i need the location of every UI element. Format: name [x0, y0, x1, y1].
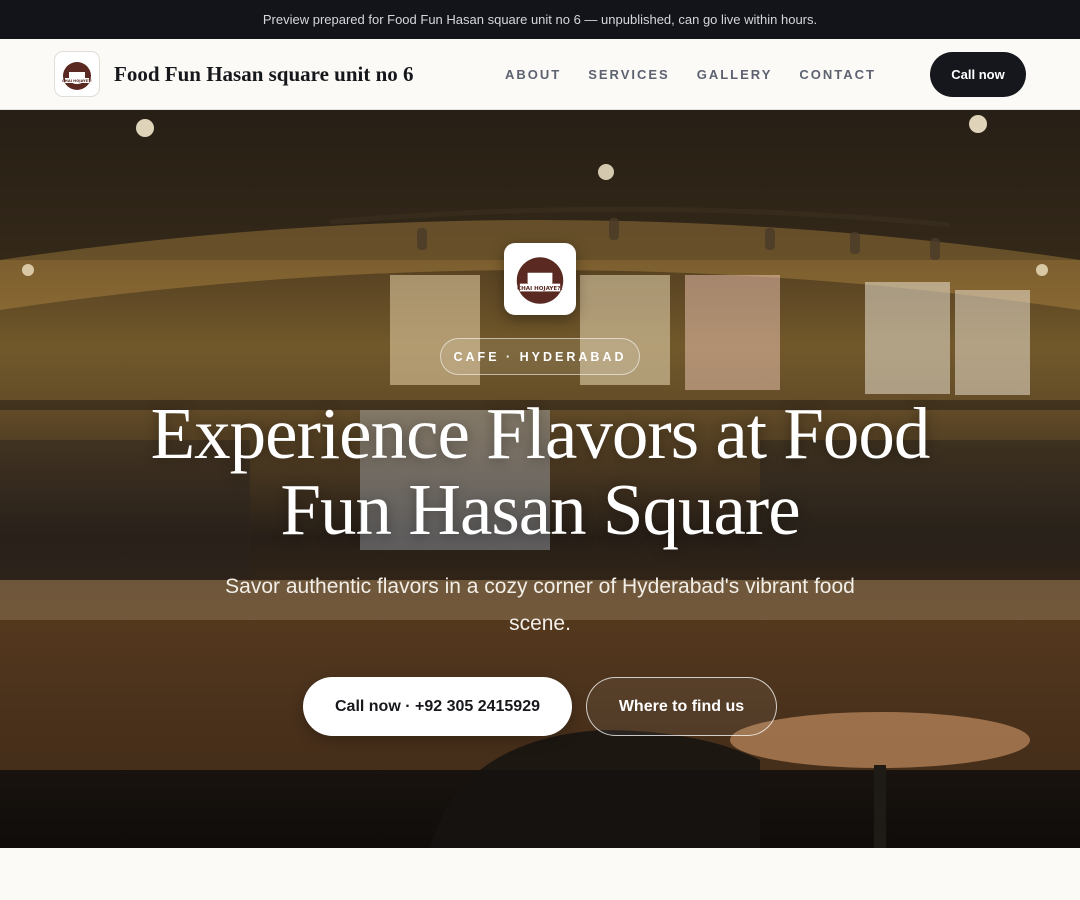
brand-name: Food Fun Hasan square unit no 6 — [114, 61, 414, 86]
hero-title: Experience Flavors at Food Fun Hasan Squ… — [150, 393, 931, 550]
next-section — [0, 848, 1080, 900]
nav-services[interactable]: SERVICES — [588, 67, 670, 82]
nav-gallery[interactable]: GALLERY — [697, 67, 773, 82]
chai-cup-logo-icon: CHAI HOJAYE?! — [504, 243, 576, 315]
hero-logo-text: CHAI HOJAYE?! — [517, 286, 563, 292]
header-call-now-button[interactable]: Call now — [930, 52, 1026, 97]
nav-about[interactable]: ABOUT — [505, 67, 561, 82]
preview-banner: Preview prepared for Food Fun Hasan squa… — [0, 0, 1080, 39]
logo-text: CHAI HOJAYE?! — [62, 79, 92, 83]
hero-subtitle: Savor authentic flavors in a cozy corner… — [225, 575, 855, 635]
chai-cup-logo-icon: CHAI HOJAYE?! — [54, 51, 100, 97]
nav-contact[interactable]: CONTACT — [799, 67, 876, 82]
hero-content: CHAI HOJAYE?! CAFE · HYDERABAD Experienc… — [0, 110, 1080, 848]
where-to-find-us-button[interactable]: Where to find us — [586, 677, 777, 736]
call-now-button[interactable]: Call now · +92 305 2415929 — [303, 677, 572, 736]
brand[interactable]: CHAI HOJAYE?! Food Fun Hasan square unit… — [54, 51, 414, 97]
main-nav: ABOUT SERVICES GALLERY CONTACT — [505, 39, 876, 109]
category-badge: CAFE · HYDERABAD — [440, 338, 640, 375]
preview-banner-text: Preview prepared for Food Fun Hasan squa… — [262, 12, 818, 27]
site-header: CHAI HOJAYE?! Food Fun Hasan square unit… — [0, 39, 1080, 110]
hero-section: CHAI HOJAYE?! CAFE · HYDERABAD Experienc… — [0, 110, 1080, 848]
